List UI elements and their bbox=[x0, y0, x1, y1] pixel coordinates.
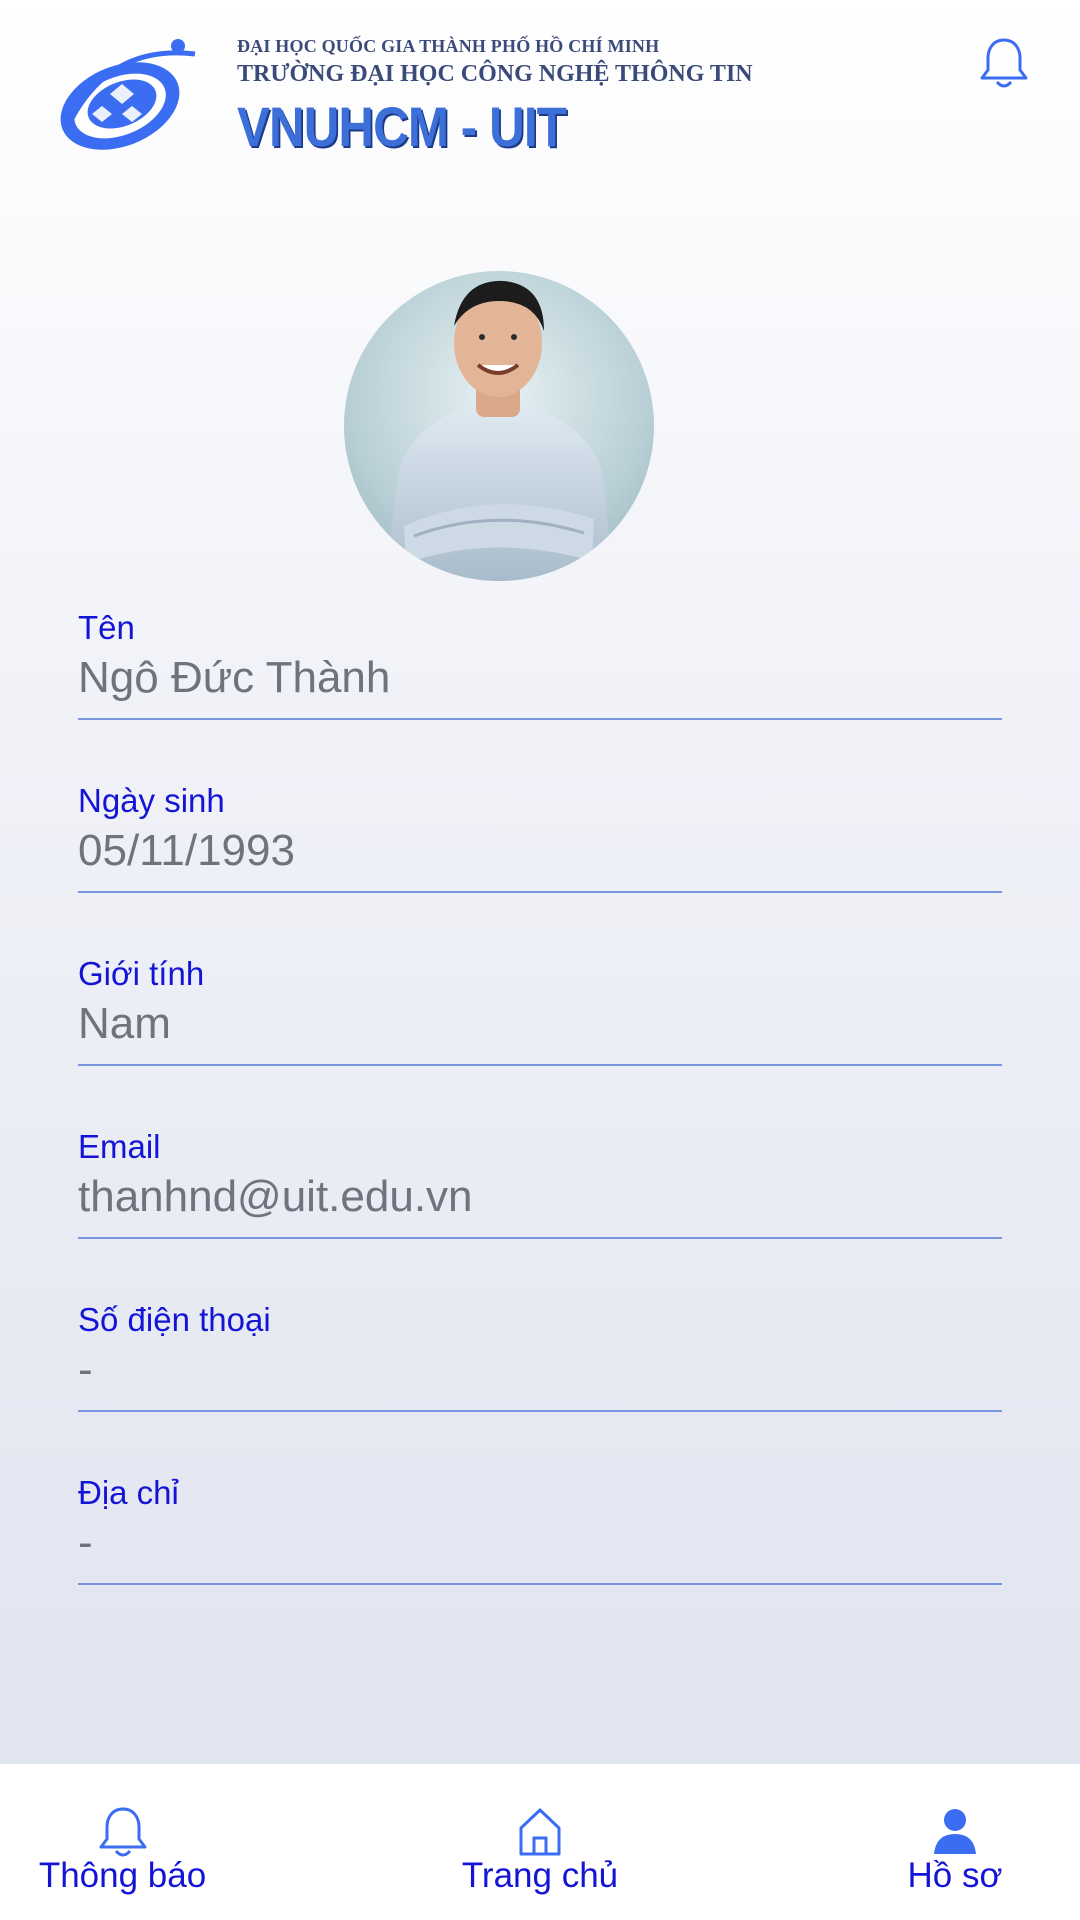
field-underline bbox=[78, 718, 1002, 720]
field-name: Tên Ngô Đức Thành bbox=[78, 608, 1002, 781]
home-icon bbox=[513, 1804, 567, 1858]
school-line-2: TRƯỜNG ĐẠI HỌC CÔNG NGHỆ THÔNG TIN bbox=[237, 61, 753, 87]
field-underline bbox=[78, 1237, 1002, 1239]
field-label: Tên bbox=[78, 609, 135, 646]
school-line-3: VNUHCM - UIT bbox=[237, 95, 567, 158]
uit-logo bbox=[50, 34, 200, 160]
school-name: ĐẠI HỌC QUỐC GIA THÀNH PHỐ HỒ CHÍ MINH T… bbox=[237, 34, 753, 159]
school-line-1: ĐẠI HỌC QUỐC GIA THÀNH PHỐ HỒ CHÍ MINH bbox=[237, 36, 660, 56]
avatar bbox=[344, 271, 654, 581]
nav-item-notifications[interactable]: Thông báo bbox=[0, 1764, 245, 1920]
profile-icon bbox=[928, 1804, 982, 1858]
bell-icon bbox=[96, 1804, 150, 1858]
nav-label: Trang chủ bbox=[461, 1856, 619, 1895]
field-label: Số điện thoại bbox=[78, 1301, 271, 1338]
field-gender: Giới tính Nam bbox=[78, 954, 1002, 1127]
app-header: ĐẠI HỌC QUỐC GIA THÀNH PHỐ HỒ CHÍ MINH T… bbox=[0, 0, 1080, 180]
field-value: - bbox=[78, 1345, 93, 1394]
profile-screen: ĐẠI HỌC QUỐC GIA THÀNH PHỐ HỒ CHÍ MINH T… bbox=[0, 0, 1080, 1920]
field-birthdate: Ngày sinh 05/11/1993 bbox=[78, 781, 1002, 954]
field-label: Email bbox=[78, 1128, 161, 1165]
field-underline bbox=[78, 891, 1002, 893]
field-email: Email thanhnd@uit.edu.vn bbox=[78, 1127, 1002, 1300]
profile-fields: Tên Ngô Đức Thành Ngày sinh 05/11/1993 G… bbox=[78, 608, 1002, 1646]
field-address: Địa chỉ - bbox=[78, 1473, 1002, 1646]
nav-item-home[interactable]: Trang chủ bbox=[420, 1764, 660, 1920]
nav-label: Hồ sơ bbox=[907, 1856, 1003, 1895]
bell-icon[interactable] bbox=[978, 36, 1030, 90]
field-underline bbox=[78, 1410, 1002, 1412]
field-underline bbox=[78, 1064, 1002, 1066]
field-value: - bbox=[78, 1518, 93, 1567]
field-phone: Số điện thoại - bbox=[78, 1300, 1002, 1473]
field-value: Nam bbox=[78, 999, 171, 1048]
field-underline bbox=[78, 1583, 1002, 1585]
field-value: Ngô Đức Thành bbox=[78, 653, 391, 702]
bottom-navigation: Thông báo Trang chủ Hồ sơ bbox=[0, 1764, 1080, 1920]
nav-item-profile[interactable]: Hồ sơ bbox=[880, 1764, 1030, 1920]
field-value: 05/11/1993 bbox=[78, 826, 295, 875]
field-label: Ngày sinh bbox=[78, 782, 225, 819]
field-value: thanhnd@uit.edu.vn bbox=[78, 1172, 473, 1221]
field-label: Địa chỉ bbox=[78, 1474, 179, 1511]
nav-label: Thông báo bbox=[38, 1856, 207, 1895]
field-label: Giới tính bbox=[78, 955, 205, 992]
